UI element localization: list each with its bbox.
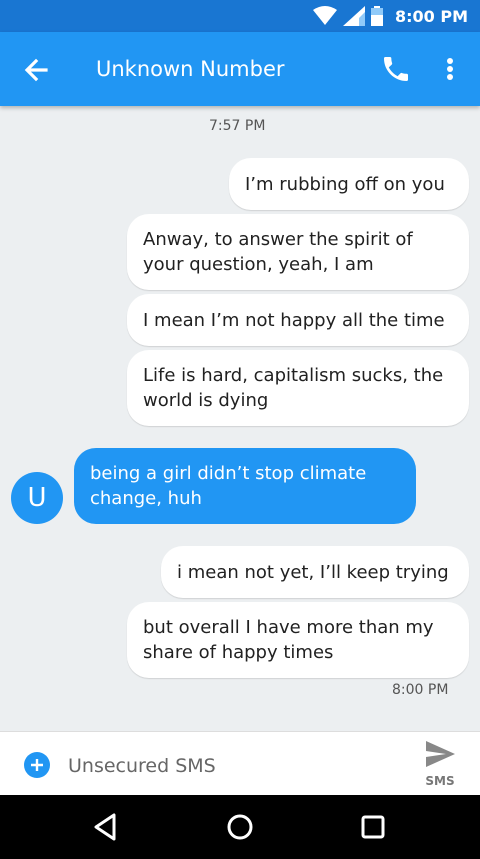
- message-bubble-outgoing[interactable]: but overall I have more than my share of…: [127, 602, 469, 678]
- message-bubble-outgoing[interactable]: I’m rubbing off on you: [229, 158, 469, 210]
- message-input[interactable]: [66, 746, 390, 786]
- message-bubble-outgoing[interactable]: Anway, to answer the spirit of your ques…: [127, 214, 469, 290]
- avatar[interactable]: U: [11, 472, 63, 524]
- circle-home-icon[interactable]: [222, 809, 258, 845]
- more-vert-icon[interactable]: [438, 53, 462, 85]
- avatar-letter: U: [27, 483, 47, 513]
- contact-title: Unknown Number: [96, 57, 285, 81]
- signal-icon: [342, 6, 365, 26]
- send-label: SMS: [425, 774, 455, 788]
- message-bubble-outgoing[interactable]: I mean I’m not happy all the time: [127, 294, 469, 346]
- message-timestamp: 7:57 PM: [209, 118, 266, 134]
- message-timestamp: 8:00 PM: [392, 682, 449, 698]
- message-bubble-outgoing[interactable]: Life is hard, capitalism sucks, the worl…: [127, 350, 469, 426]
- status-bar: 8:00 PM: [0, 0, 480, 32]
- message-bubble-outgoing[interactable]: i mean not yet, I’ll keep trying: [161, 546, 469, 598]
- send-button[interactable]: SMS: [418, 740, 462, 788]
- compose-bar: SMS: [0, 731, 480, 796]
- add-attachment-button[interactable]: [24, 752, 50, 778]
- square-recents-icon[interactable]: [355, 809, 391, 845]
- battery-icon: [370, 6, 383, 26]
- message-bubble-incoming[interactable]: being a girl didn’t stop climate change,…: [74, 448, 416, 524]
- arrow-left-icon[interactable]: [20, 54, 52, 86]
- phone-icon[interactable]: [380, 53, 412, 85]
- send-icon: [426, 741, 455, 767]
- wifi-icon: [312, 6, 337, 25]
- status-icons: 8:00 PM: [312, 0, 468, 32]
- plus-icon: [31, 759, 43, 771]
- triangle-back-icon[interactable]: [88, 809, 124, 845]
- app-bar: Unknown Number: [0, 32, 480, 106]
- navigation-bar: [0, 795, 480, 859]
- status-time: 8:00 PM: [394, 6, 468, 26]
